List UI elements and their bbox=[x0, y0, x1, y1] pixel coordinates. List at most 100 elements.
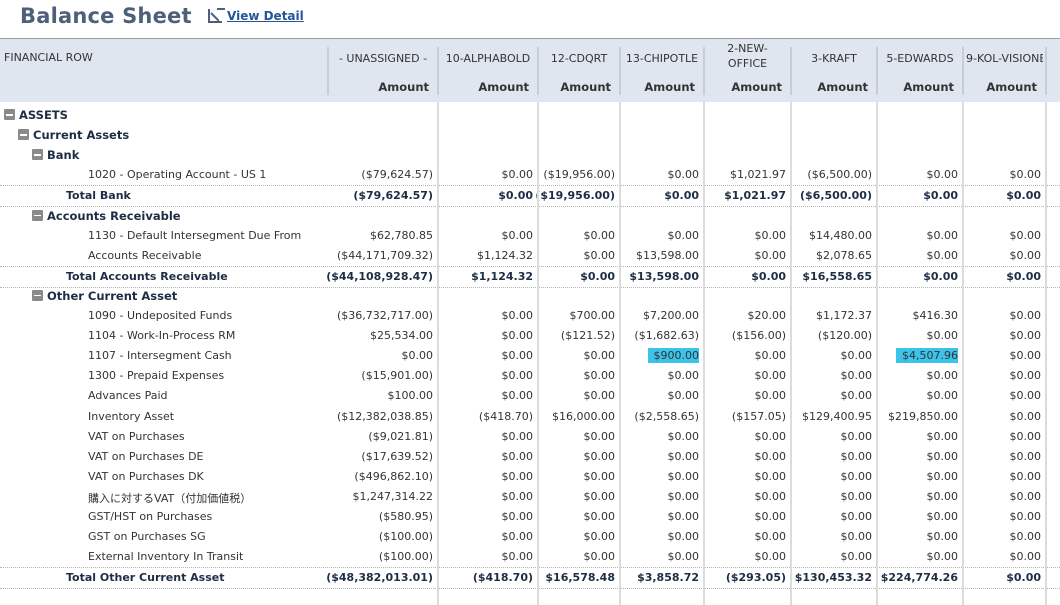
amount-cell[interactable]: $2,078.65 bbox=[816, 249, 872, 262]
amount-cell[interactable]: $0.00 bbox=[1010, 349, 1042, 362]
amount-cell[interactable]: $0.00 bbox=[927, 510, 959, 523]
amount-cell[interactable]: $1,124.32 bbox=[477, 249, 533, 262]
amount-cell[interactable]: $16,000.00 bbox=[552, 410, 615, 423]
amount-cell[interactable]: $0.00 bbox=[927, 249, 959, 262]
amount-cell[interactable]: $0.00 bbox=[841, 470, 873, 483]
amount-cell[interactable]: $0.00 bbox=[927, 490, 959, 503]
amount-cell[interactable]: $0.00 bbox=[502, 229, 534, 242]
amount-cell[interactable]: $0.00 bbox=[1010, 249, 1042, 262]
amount-cell[interactable]: $0.00 bbox=[668, 430, 700, 443]
amount-cell[interactable]: ($12,382,038.85) bbox=[337, 410, 433, 423]
amount-cell[interactable]: ($19,956.00) bbox=[535, 189, 615, 202]
amount-cell[interactable]: $900.00 bbox=[647, 348, 699, 364]
amount-cell[interactable]: $0.00 bbox=[502, 389, 534, 402]
amount-cell[interactable]: $0.00 bbox=[755, 369, 787, 382]
amount-cell[interactable]: ($44,108,928.47) bbox=[326, 270, 433, 283]
amount-cell[interactable]: $1,124.32 bbox=[471, 270, 533, 283]
amount-cell[interactable]: $0.00 bbox=[923, 189, 958, 202]
amount-cell[interactable]: ($36,732,717.00) bbox=[337, 309, 433, 322]
amount-cell[interactable]: $13,598.00 bbox=[636, 249, 699, 262]
amount-cell[interactable]: $0.00 bbox=[584, 369, 616, 382]
amount-cell[interactable]: $0.00 bbox=[927, 329, 959, 342]
row-label-text[interactable]: GST on Purchases SG bbox=[88, 530, 206, 543]
amount-cell[interactable]: $0.00 bbox=[668, 168, 700, 181]
amount-cell[interactable]: $0.00 bbox=[755, 510, 787, 523]
row-label-text[interactable]: External Inventory In Transit bbox=[88, 550, 243, 563]
column-header[interactable]: 12-CDQRT Amount bbox=[537, 39, 619, 102]
amount-cell[interactable]: $0.00 bbox=[502, 530, 534, 543]
amount-cell[interactable]: $0.00 bbox=[1010, 450, 1042, 463]
amount-cell[interactable]: $0.00 bbox=[668, 369, 700, 382]
collapse-toggle-icon[interactable] bbox=[32, 149, 43, 161]
amount-cell[interactable]: $0.00 bbox=[841, 389, 873, 402]
amount-cell[interactable]: ($293.05) bbox=[726, 571, 786, 584]
collapse-toggle-icon[interactable] bbox=[4, 109, 15, 120]
amount-cell[interactable]: $0.00 bbox=[584, 490, 616, 503]
amount-cell[interactable]: $1,172.37 bbox=[816, 309, 872, 322]
row-label-text[interactable]: VAT on Purchases bbox=[88, 430, 185, 443]
amount-cell[interactable]: $0.00 bbox=[584, 349, 616, 362]
column-header[interactable]: 9-KOL-VISIONEL Amount bbox=[962, 39, 1045, 102]
row-label-text[interactable]: Accounts Receivable bbox=[88, 249, 202, 262]
amount-cell[interactable]: $0.00 bbox=[502, 550, 534, 563]
amount-cell[interactable]: $0.00 bbox=[841, 510, 873, 523]
amount-cell[interactable]: $0.00 bbox=[584, 510, 616, 523]
amount-cell[interactable]: $0.00 bbox=[1010, 530, 1042, 543]
amount-cell[interactable]: $62,780.85 bbox=[370, 229, 433, 242]
amount-cell[interactable]: ($6,500.00) bbox=[800, 189, 872, 202]
amount-cell[interactable]: ($79,624.57) bbox=[361, 168, 433, 181]
amount-cell[interactable]: $0.00 bbox=[502, 450, 534, 463]
amount-cell[interactable]: ($418.70) bbox=[473, 571, 533, 584]
amount-cell[interactable]: ($580.95) bbox=[379, 510, 433, 523]
row-label-text[interactable]: 1104 - Work-In-Process RM bbox=[88, 329, 235, 342]
amount-cell[interactable]: $0.00 bbox=[755, 229, 787, 242]
amount-cell[interactable]: $0.00 bbox=[927, 229, 959, 242]
amount-cell[interactable]: $0.00 bbox=[923, 270, 958, 283]
amount-cell[interactable]: $0.00 bbox=[927, 450, 959, 463]
column-header[interactable]: 2-NEW-​OFFICE Amount bbox=[703, 39, 790, 102]
amount-cell[interactable]: $0.00 bbox=[755, 389, 787, 402]
amount-cell[interactable]: $0.00 bbox=[841, 530, 873, 543]
amount-cell[interactable]: $0.00 bbox=[502, 369, 534, 382]
amount-cell[interactable]: $0.00 bbox=[755, 550, 787, 563]
amount-cell[interactable]: ($120.00) bbox=[818, 329, 872, 342]
amount-cell[interactable]: $0.00 bbox=[1010, 369, 1042, 382]
amount-cell[interactable]: $0.00 bbox=[1010, 229, 1042, 242]
amount-cell[interactable]: $0.00 bbox=[751, 270, 786, 283]
amount-cell[interactable]: $1,247,314.22 bbox=[353, 490, 433, 503]
amount-cell[interactable]: $416.30 bbox=[913, 309, 959, 322]
amount-cell[interactable]: $0.00 bbox=[927, 550, 959, 563]
column-header[interactable]: 3-KRAFT Amount bbox=[790, 39, 876, 102]
amount-cell[interactable]: $0.00 bbox=[755, 349, 787, 362]
row-label-text[interactable]: GST/HST on Purchases bbox=[88, 510, 212, 523]
amount-cell[interactable]: $219,850.00 bbox=[888, 410, 958, 423]
amount-cell[interactable]: $20.00 bbox=[748, 309, 787, 322]
amount-cell[interactable]: $0.00 bbox=[502, 470, 534, 483]
amount-cell[interactable]: $0.00 bbox=[1010, 309, 1042, 322]
amount-cell[interactable]: $0.00 bbox=[841, 450, 873, 463]
amount-cell[interactable]: ($17,639.52) bbox=[361, 450, 433, 463]
amount-cell[interactable]: $25,534.00 bbox=[370, 329, 433, 342]
amount-cell[interactable]: $0.00 bbox=[584, 389, 616, 402]
amount-cell[interactable]: ($1,682.63) bbox=[634, 329, 699, 342]
amount-cell[interactable]: $0.00 bbox=[927, 430, 959, 443]
row-label-text[interactable]: Advances Paid bbox=[88, 389, 168, 402]
amount-cell[interactable]: ($2,558.65) bbox=[634, 410, 699, 423]
amount-cell[interactable]: $0.00 bbox=[755, 430, 787, 443]
amount-cell[interactable]: $0.00 bbox=[927, 470, 959, 483]
column-header[interactable]: 10-ALPHABOLD Amount bbox=[437, 39, 537, 102]
collapse-toggle-icon[interactable] bbox=[32, 289, 43, 301]
amount-cell[interactable]: $0.00 bbox=[502, 329, 534, 342]
column-header[interactable]: - UNASSIGNED - Amount bbox=[327, 39, 437, 102]
amount-cell[interactable]: $0.00 bbox=[402, 349, 434, 362]
row-label-text[interactable]: 1300 - Prepaid Expenses bbox=[88, 369, 224, 382]
amount-cell[interactable]: $0.00 bbox=[755, 490, 787, 503]
amount-cell[interactable]: $0.00 bbox=[1010, 470, 1042, 483]
amount-cell[interactable]: $0.00 bbox=[584, 530, 616, 543]
amount-cell[interactable]: $0.00 bbox=[1010, 510, 1042, 523]
amount-cell[interactable]: ($418.70) bbox=[479, 410, 533, 423]
amount-cell[interactable]: ($496,862.10) bbox=[354, 470, 433, 483]
amount-cell[interactable]: $0.00 bbox=[668, 530, 700, 543]
amount-cell[interactable]: $0.00 bbox=[1006, 571, 1041, 584]
amount-cell[interactable]: $0.00 bbox=[1006, 270, 1041, 283]
